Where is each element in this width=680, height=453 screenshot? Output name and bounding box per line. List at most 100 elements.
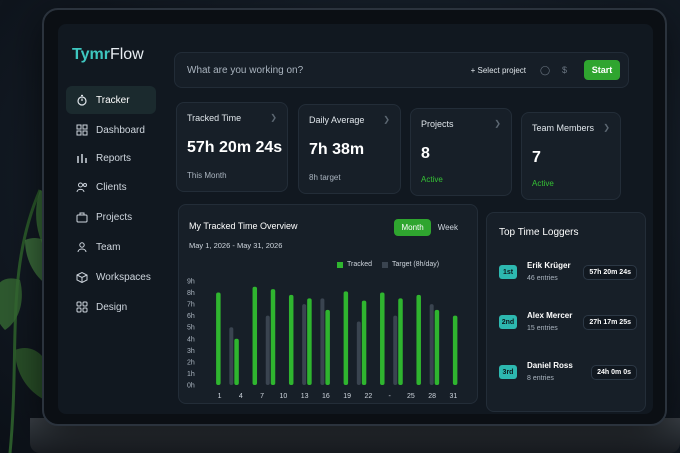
loggers-title: Top Time Loggers [499,227,579,238]
y-tick-label: 4h [187,336,195,343]
logger-time: 24h 0m 0s [591,365,637,380]
sidebar-item-workspaces[interactable]: Workspaces [66,263,156,291]
x-tick-label: 22 [364,393,372,400]
tracked-bar[interactable] [325,309,330,385]
tracked-bar[interactable] [234,338,239,385]
stat-value: 7 [532,149,541,166]
tracked-bar[interactable] [361,300,367,385]
sidebar-item-label: Tracker [96,94,130,106]
x-tick-label: 1 [218,393,222,400]
tracked-bar[interactable] [398,298,403,385]
x-tick-label: 10 [279,393,287,400]
task-description-input[interactable]: What are you working on? [187,65,471,76]
sidebar-item-label: Dashboard [96,124,145,136]
logger-time: 57h 20m 24s [583,265,637,280]
stat-label: Tracked Time [187,113,242,123]
bar-chart: 0h 1h 2h 3h 4h 5h 6h 7h 8h 9h 1 4 7 10 13 16 19 22 - 25 28 31 [187,279,458,400]
tracked-bar[interactable] [288,294,294,385]
x-tick-label: 19 [343,393,351,400]
y-tick-label: 0h [187,383,195,390]
stat-sub: 8h target [309,173,341,182]
x-tick-label: 4 [239,393,243,400]
y-tick-label: 3h [187,348,195,355]
select-project-button[interactable]: + Select project [471,66,526,75]
logger-time: 27h 17m 25s [583,315,637,330]
bar-chart-icon [77,154,87,163]
y-tick-label: 6h [187,313,195,320]
target-bar [302,304,307,385]
chart-legend: Tracked Target (8h/day) [337,261,439,268]
stopwatch-icon [77,94,87,106]
tracked-bar[interactable] [380,292,385,385]
target-bar [393,315,398,385]
sidebar-item-label: Projects [96,211,133,223]
overview-title: My Tracked Time Overview [189,221,298,231]
tracked-bar[interactable] [270,289,276,385]
sidebar-item-projects[interactable]: Projects [66,203,156,231]
sidebar-item-clients[interactable]: Clients [66,173,156,201]
grid-icon [76,124,88,136]
sidebar-item-team[interactable]: Team [66,233,156,261]
tracked-bar[interactable] [307,298,312,385]
chevron-right-icon[interactable]: ❯ [603,123,610,132]
chevron-right-icon[interactable]: ❯ [270,113,277,122]
laptop-bezel: TymrFlow Tracker Dashboard Reports Clien… [42,8,667,426]
dollar-icon[interactable]: $ [562,65,572,75]
stat-label: Daily Average [309,115,365,125]
briefcase-icon [76,212,88,223]
stat-value: 7h 38m [309,141,365,158]
stat-label: Projects [421,119,454,129]
box-icon [76,271,88,283]
legend-label-tracked: Tracked [347,261,373,268]
logger-name: Daniel Ross [527,361,573,370]
tab-month[interactable]: Month [394,219,431,236]
legend-swatch-tracked [337,261,343,268]
tracked-bar[interactable] [416,294,421,385]
y-tick-label: 8h [187,290,195,297]
start-button[interactable]: Start [584,60,620,80]
rank-badge: 1st [499,265,517,279]
tracked-bar[interactable] [452,315,458,385]
y-tick-label: 2h [187,359,195,366]
target-bar [229,327,234,385]
sidebar-item-tracker[interactable]: Tracker [66,86,156,114]
legend-label-target: Target (8h/day) [392,261,440,268]
target-bar [356,321,361,385]
stat-value: 57h 20m 24s [187,139,283,156]
chevron-right-icon[interactable]: ❯ [383,115,390,124]
tracked-time-overview: My Tracked Time Overview May 1, 2026 - M… [178,204,478,404]
user-icon [77,242,87,253]
tracked-bar[interactable] [343,291,349,385]
x-tick-label: - [388,393,391,400]
y-tick-label: 1h [187,371,195,378]
sidebar-item-design[interactable]: Design [66,293,156,321]
users-icon [76,182,87,193]
sidebar-item-dashboard[interactable]: Dashboard [66,116,156,144]
tracked-bar[interactable] [434,309,440,385]
stat-sub: This Month [187,171,227,180]
timer-bar: What are you working on? + Select projec… [174,52,629,88]
logger-name: Erik Krüger [527,261,571,270]
chevron-right-icon[interactable]: ❯ [494,119,501,128]
tracked-bar[interactable] [252,286,258,385]
x-tick-label: 31 [449,393,457,400]
stat-sub: Active [532,179,554,188]
tag-icon[interactable]: ◯ [540,65,550,75]
stat-sub: Active [421,175,443,184]
tab-week[interactable]: Week [431,219,465,236]
logger-entries: 15 entries [527,325,558,332]
target-bar [265,315,270,385]
sidebar-item-reports[interactable]: Reports [66,144,156,172]
legend-swatch-target [382,261,389,268]
overview-date-range: May 1, 2026 - May 31, 2026 [189,241,283,250]
stat-card-daily-average: Daily Average ❯ 7h 38m 8h target [298,104,401,194]
y-tick-label: 7h [187,302,195,309]
target-bar [429,304,434,385]
stat-card-projects: Projects ❯ 8 Active [410,108,512,196]
tracked-bar[interactable] [216,292,221,385]
top-time-loggers: Top Time Loggers 1st Erik Krüger 46 entr… [486,212,646,412]
x-tick-label: 13 [301,393,309,400]
rank-badge: 3rd [499,365,517,379]
app-logo: TymrFlow [72,46,144,63]
rank-badge: 2nd [499,315,517,329]
